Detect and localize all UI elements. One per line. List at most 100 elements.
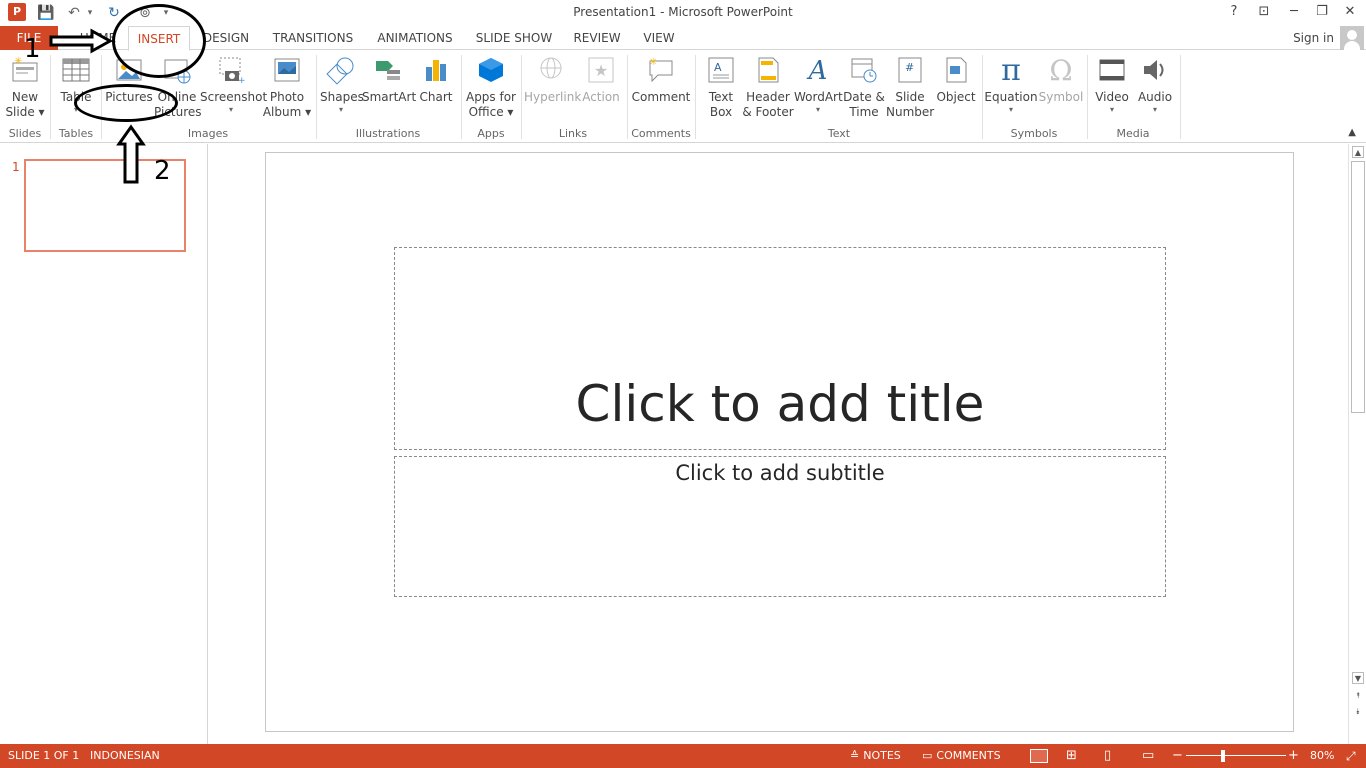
slide-thumbnails-pane: 1 [0,144,208,744]
apps-for-office-button[interactable]: Apps for Office ▾ [464,55,518,120]
header-footer-icon [752,55,784,87]
wordart-button[interactable]: A WordArt ▾ [794,55,843,115]
photo-album-button[interactable]: Photo Album ▾ [262,55,312,120]
tab-home[interactable]: HOME [72,26,124,50]
date-time-button[interactable]: Date & Time [842,55,886,120]
title-placeholder[interactable]: Click to add title [394,247,1166,450]
help-icon[interactable]: ? [1220,2,1248,22]
notes-icon: ≙ [850,749,860,762]
zoom-level[interactable]: 80% [1310,744,1334,768]
text-box-button[interactable]: A Text Box [700,55,742,120]
pictures-button[interactable]: Pictures [104,55,154,105]
next-slide-icon[interactable]: ⯯ [1352,706,1364,718]
window-title: Presentation1 - Microsoft PowerPoint [573,5,793,19]
smartart-button[interactable]: SmartArt [362,55,416,105]
ribbon-insert: ✳ New Slide ▾ Slides Table ▾ Tables Pict… [0,51,1366,143]
audio-button[interactable]: Audio ▾ [1134,55,1176,115]
tab-animations[interactable]: ANIMATIONS [372,26,458,50]
tab-insert[interactable]: INSERT [128,26,190,51]
undo-dropdown-icon[interactable]: ▾ [84,3,96,23]
subtitle-placeholder[interactable]: Click to add subtitle [394,456,1166,597]
online-pictures-button[interactable]: Online Pictures [154,55,202,120]
tab-slide-show[interactable]: SLIDE SHOW [474,26,554,50]
new-slide-button[interactable]: ✳ New Slide ▾ [2,55,48,120]
scroll-down-icon[interactable]: ▼ [1352,672,1364,684]
svg-text:#: # [905,61,914,74]
object-button[interactable]: Object [934,55,978,105]
zoom-slider-track[interactable] [1186,755,1286,756]
vertical-scrollbar[interactable]: ▲ ▼ ⯭ ⯯ [1348,144,1366,744]
tab-design[interactable]: DESIGN [198,26,254,50]
powerpoint-app-icon[interactable]: P [8,3,26,21]
ribbon-display-options-icon[interactable]: ⊡ [1250,2,1278,22]
reading-view-icon[interactable]: ▯ [1104,744,1111,768]
zoom-in-icon[interactable]: + [1288,744,1299,768]
svg-text:★: ★ [594,61,608,80]
svg-text:+: + [238,76,246,85]
group-label-illustrations: Illustrations [355,127,421,140]
slide-show-view-icon[interactable]: ▭ [1142,744,1154,768]
tab-transitions[interactable]: TRANSITIONS [268,26,358,50]
new-slide-icon: ✳ [9,55,41,87]
avatar[interactable] [1340,26,1364,50]
group-label-apps: Apps [477,127,505,140]
close-icon[interactable]: ✕ [1336,2,1364,22]
equation-button[interactable]: π Equation ▾ [984,55,1038,115]
action-star-icon: ★ [585,55,617,87]
undo-icon[interactable]: ↶ [64,3,84,23]
sign-in-link[interactable]: Sign in [1293,26,1334,50]
collapse-ribbon-icon[interactable]: ▲ [1348,127,1356,138]
minimize-icon[interactable]: ─ [1280,2,1308,22]
symbol-button[interactable]: Ω Symbol [1038,55,1084,105]
scroll-up-icon[interactable]: ▲ [1352,146,1364,158]
slide-editing-pane: Click to add title Click to add subtitle [209,144,1348,744]
screenshot-icon: + [215,55,247,87]
fit-slide-icon[interactable]: ⤢ [1346,744,1356,768]
tab-file[interactable]: FILE [0,26,58,50]
group-label-slides: Slides [8,127,42,140]
table-button[interactable]: Table ▾ [54,55,98,115]
video-button[interactable]: Video ▾ [1090,55,1134,115]
comment-icon: ✳ [645,55,677,87]
group-label-symbols: Symbols [1010,127,1058,140]
screenshot-button[interactable]: + Screenshot ▾ [200,55,267,115]
comment-button[interactable]: ✳ Comment [630,55,692,105]
hyperlink-button[interactable]: Hyperlink [524,55,581,105]
slide-thumbnail[interactable] [24,159,186,252]
slide-thumbnail-number: 1 [12,160,20,174]
speaker-icon [1139,55,1171,87]
slide-canvas[interactable]: Click to add title Click to add subtitle [265,152,1294,732]
chart-icon [420,55,452,87]
shapes-button[interactable]: Shapes ▾ [320,55,364,115]
chart-button[interactable]: Chart [416,55,456,105]
notes-button[interactable]: ≙ NOTES [850,744,901,768]
slide-sorter-icon[interactable]: ⊞ [1066,744,1077,768]
slideshow-from-beginning-icon[interactable]: ⊚ [134,3,156,23]
video-film-icon [1096,55,1128,87]
customize-qat-icon[interactable]: ▾ [160,3,172,23]
slide-indicator[interactable]: SLIDE 1 OF 1 [8,744,79,768]
previous-slide-icon[interactable]: ⯭ [1352,690,1364,702]
save-icon[interactable]: 💾 [36,3,56,23]
redo-icon[interactable]: ↻ [104,3,124,23]
zoom-slider-thumb[interactable] [1221,750,1225,762]
language-indicator[interactable]: INDONESIAN [90,744,160,768]
hyperlink-icon [536,55,568,87]
comments-button[interactable]: ▭ COMMENTS [922,744,1001,768]
calendar-clock-icon [848,55,880,87]
restore-icon[interactable]: ❐ [1308,2,1336,22]
scroll-thumb[interactable] [1351,161,1365,413]
svg-text:✳: ✳ [649,57,657,68]
shapes-icon [325,55,357,87]
zoom-out-icon[interactable]: − [1172,744,1183,768]
tab-review[interactable]: REVIEW [570,26,624,50]
slide-number-button[interactable]: # Slide Number [886,55,934,120]
group-label-text: Text [827,127,851,140]
normal-view-icon[interactable] [1030,749,1048,763]
tab-view[interactable]: VIEW [640,26,678,50]
group-label-media: Media [1116,127,1150,140]
action-button[interactable]: ★ Action [580,55,622,105]
header-footer-button[interactable]: Header & Footer [742,55,794,120]
ribbon-tabs: FILE HOME INSERT DESIGN TRANSITIONS ANIM… [0,26,1366,51]
object-icon [940,55,972,87]
